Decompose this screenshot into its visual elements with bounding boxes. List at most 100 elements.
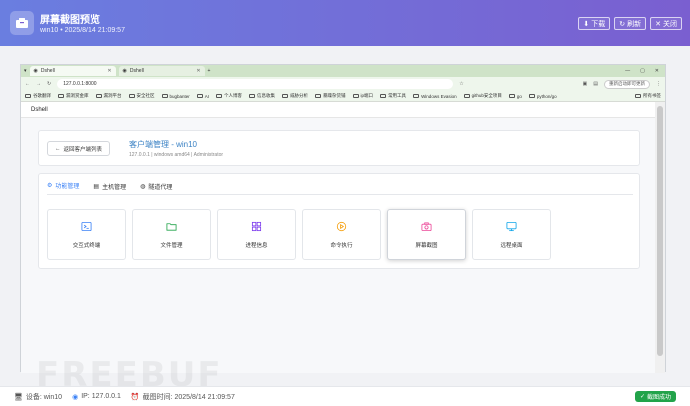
tile-command-exec[interactable]: 命令执行 [302, 209, 381, 260]
folder-icon [413, 94, 420, 98]
monitor-icon [506, 221, 517, 231]
folder-icon [58, 94, 64, 98]
bookmark-item[interactable]: go [508, 94, 522, 99]
folder-icon [380, 94, 387, 98]
folder-icon [196, 94, 203, 98]
tab-divider [47, 194, 633, 195]
browser-window: ▾ ◉ Dshell ✕ ◉ Dshell ✕ + — ▢ ✕ ← → ↻ 12… [20, 64, 666, 373]
scrollbar[interactable] [655, 102, 665, 373]
camera-icon [421, 221, 432, 231]
modal-header: 屏幕截图预览 win10 • 2025/8/14 21:09:57 ⬇ 下载 ↻… [0, 0, 690, 46]
bookmark-item[interactable]: 暴躁杂货铺 [315, 93, 346, 99]
folder-icon [128, 94, 135, 98]
download-icon: ⬇ [583, 20, 590, 28]
folder-icon [161, 94, 168, 98]
device-info: 🖥 设备: win10 [14, 393, 63, 401]
url-input[interactable]: 127.0.0.1:8000 [57, 79, 454, 89]
folder-icon [95, 94, 102, 98]
back-to-list-button[interactable]: ← 返回客户端列表 [47, 141, 111, 156]
check-icon: ✓ [639, 394, 645, 400]
app-name: Dshell [21, 102, 657, 118]
tile-screenshot[interactable]: 屏幕截图 [387, 209, 466, 260]
bookmarks-bar: 谷歌翻译 漏洞赏金库 漏洞平台 安全社区 bugbanter AI 个人博客 信… [21, 91, 665, 102]
tab-tunnel-proxy[interactable]: ◍ 隧道代理 [140, 181, 172, 195]
close-icon: ✕ [655, 20, 661, 28]
status-badge: ✓ 截图成功 [634, 391, 676, 402]
bookmark-item[interactable]: ip端口 [352, 93, 373, 99]
folder-icon [635, 94, 641, 98]
extension-icon[interactable]: ▣ [583, 81, 588, 87]
screenshot-preview: ▾ ◉ Dshell ✕ ◉ Dshell ✕ + — ▢ ✕ ← → ↻ 12… [0, 46, 690, 386]
capture-time: ⏰ 截图时间: 2025/8/14 21:09:57 [130, 393, 235, 401]
more-menu-icon[interactable]: ⋮ [656, 81, 661, 87]
bookmark-item[interactable]: 信息收集 [249, 93, 275, 99]
update-button[interactable]: 重新启动即可更新 [604, 79, 650, 89]
window-close-icon[interactable]: ✕ [655, 68, 659, 74]
tab-function-management[interactable]: ⚙ 功能管理 [47, 181, 80, 195]
tab-menu-icon[interactable]: ▾ [24, 68, 27, 74]
star-icon[interactable]: ☆ [459, 81, 463, 87]
page-content: Dshell ← 返回客户端列表 客户端管理 - win10 127.0.0.1… [21, 102, 657, 373]
arrow-left-icon: ← [55, 145, 61, 152]
refresh-icon: ↻ [619, 20, 626, 28]
gear-icon: ⚙ [47, 183, 53, 189]
page-title: 客户端管理 - win10 [129, 140, 198, 149]
client-header-card: ← 返回客户端列表 客户端管理 - win10 127.0.0.1 | wind… [38, 130, 640, 166]
extension-icon[interactable]: ▤ [593, 81, 598, 87]
all-bookmarks[interactable]: 所有书签 [635, 93, 661, 99]
function-card: ⚙ 功能管理 ▤ 主机管理 ◍ 隧道代理 交互式终端 文件管理 进程信息 命令执… [38, 173, 640, 269]
tile-remote-desktop[interactable]: 远程桌面 [472, 209, 551, 260]
globe-icon: ◉ [72, 393, 79, 401]
bookmark-item[interactable]: AI [196, 94, 209, 99]
modal-subtitle: win10 • 2025/8/14 21:09:57 [40, 27, 125, 34]
minimize-icon[interactable]: — [625, 68, 630, 74]
bookmark-item[interactable]: github安全项目 [463, 93, 502, 99]
reload-icon[interactable]: ↻ [47, 81, 51, 87]
bookmark-item[interactable]: 谷歌翻译 [25, 93, 51, 99]
desktop-icon: 🖥 [14, 393, 23, 401]
bookmark-item[interactable]: 漏洞赏金库 [58, 93, 89, 99]
tab-host-management[interactable]: ▤ 主机管理 [93, 181, 126, 195]
new-tab-icon[interactable]: + [208, 68, 211, 74]
bookmark-item[interactable]: 威胁分析 [282, 93, 308, 99]
bookmark-item[interactable]: 安全社区 [128, 93, 155, 99]
folder-icon [528, 94, 535, 98]
tab-close-icon[interactable]: ✕ [196, 68, 200, 74]
folder-icon [315, 94, 322, 98]
tab-close-icon[interactable]: ✕ [107, 68, 111, 74]
modal-footer: 🖥 设备: win10 ◉ IP: 127.0.0.1 ⏰ 截图时间: 2025… [0, 386, 690, 406]
server-icon: ▤ [93, 183, 100, 190]
download-button[interactable]: ⬇ 下载 [578, 17, 611, 30]
tile-file-manager[interactable]: 文件管理 [132, 209, 211, 260]
modal-title: 屏幕截图预览 [40, 15, 100, 26]
clock-icon: ⏰ [130, 393, 140, 401]
tile-terminal[interactable]: 交互式终端 [47, 209, 126, 260]
folder-icon [508, 94, 515, 98]
play-circle-icon [336, 221, 347, 231]
client-info: 127.0.0.1 | windows amd64 | Administrato… [129, 152, 224, 158]
folder-icon [216, 94, 223, 98]
bookmark-item[interactable]: 漏洞平台 [95, 93, 122, 99]
folder-icon [249, 94, 256, 98]
bookmark-item[interactable]: bugbanter [161, 94, 190, 99]
ip-info: ◉ IP: 127.0.0.1 [72, 393, 121, 401]
folder-icon [282, 94, 289, 98]
refresh-button[interactable]: ↻ 刷新 [614, 17, 647, 30]
globe-icon: ◉ [122, 68, 127, 74]
browser-tabbar: ▾ ◉ Dshell ✕ ◉ Dshell ✕ + — ▢ ✕ [21, 65, 665, 77]
maximize-icon[interactable]: ▢ [640, 68, 645, 74]
scrollbar-thumb[interactable] [657, 106, 663, 356]
bookmark-item[interactable]: python/go [528, 94, 557, 99]
close-button[interactable]: ✕ 关闭 [650, 17, 682, 30]
browser-tab-active[interactable]: ◉ Dshell ✕ [29, 66, 116, 76]
browser-tab[interactable]: ◉ Dshell ✕ [118, 66, 205, 76]
back-icon[interactable]: ← [25, 81, 30, 87]
bookmark-item[interactable]: 个人博客 [216, 93, 242, 99]
forward-icon[interactable]: → [36, 81, 41, 87]
tile-process-info[interactable]: 进程信息 [217, 209, 296, 260]
bookmark-item[interactable]: 常用工具 [380, 93, 406, 99]
screenshot-icon [10, 11, 34, 35]
bookmark-item[interactable]: Windows Evasion [413, 94, 457, 99]
folder-icon [166, 222, 177, 231]
folder-icon [352, 94, 359, 98]
